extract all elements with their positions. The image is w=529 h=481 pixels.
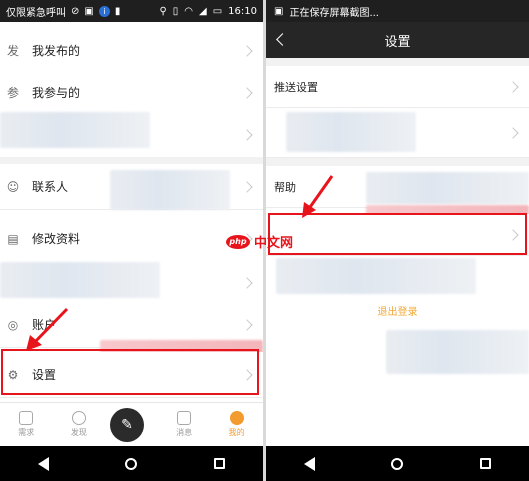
chevron-right-icon — [241, 128, 253, 141]
carrier-text: 仅限紧急呼叫 — [6, 7, 66, 19]
tab-demand[interactable]: 需求 — [0, 403, 53, 446]
blurred-content — [386, 330, 529, 374]
annotation-arrow-icon — [302, 175, 334, 218]
nav-back-button[interactable] — [304, 456, 316, 471]
contact-icon: ☺ — [6, 179, 20, 194]
status-bar: ▣ 正在保存屏幕截图... — [266, 0, 529, 22]
blurred-content — [286, 112, 416, 152]
tab-label: 发现 — [70, 428, 87, 437]
chevron-right-icon — [241, 44, 253, 57]
back-arrow-icon[interactable] — [276, 33, 289, 46]
nav-home-button[interactable] — [391, 457, 404, 470]
annotation-arrow-icon — [26, 307, 69, 351]
menu-item-label: 联系人 — [32, 180, 69, 194]
watermark-text: 中文网 — [254, 236, 294, 251]
logout-button[interactable]: 退出登录 — [266, 298, 529, 322]
blurred-content — [0, 262, 160, 298]
logout-label: 退出登录 — [377, 306, 418, 318]
chevron-right-icon — [241, 276, 253, 289]
blurred-content — [110, 170, 230, 210]
tab-profile[interactable]: 我的 — [210, 403, 263, 446]
settings-item-push[interactable]: 推送设置 — [266, 66, 529, 108]
battery-icon: ▭ — [212, 5, 223, 17]
tab-label: 需求 — [18, 428, 35, 437]
page-title: 设置 — [384, 34, 411, 50]
menu-item-label: 修改资料 — [32, 232, 81, 246]
mute-icon: ⊘ — [71, 5, 80, 17]
screenshot-icon: ▣ — [274, 5, 284, 17]
chevron-right-icon — [507, 80, 519, 93]
signal-icon: ◢ — [199, 5, 207, 17]
watermark-logo: php — [226, 234, 250, 249]
wifi-icon: ◠ — [184, 5, 194, 17]
status-text: 正在保存屏幕截图... — [289, 7, 379, 19]
screenshot-composite: 仅限紧急呼叫 ⊘ ▣ i ▮ ⚲ ▯ ◠ ◢ ▭ 16:10 发 我发布的 参 … — [0, 0, 529, 481]
location-icon: ⚲ — [159, 5, 167, 17]
image-icon: ▣ — [84, 5, 94, 17]
chevron-right-icon — [241, 180, 253, 193]
chevron-right-icon — [241, 86, 253, 99]
left-screen: 仅限紧急呼叫 ⊘ ▣ i ▮ ⚲ ▯ ◠ ◢ ▭ 16:10 发 我发布的 参 … — [0, 0, 263, 481]
tab-messages[interactable]: 消息 — [158, 403, 211, 446]
tab-label: 消息 — [176, 428, 193, 437]
menu-item-participated[interactable]: 参 我参与的 — [0, 70, 263, 116]
tab-label: 我的 — [228, 428, 245, 437]
settings-item-label: 帮助 — [274, 180, 296, 194]
pencil-icon: ✎ — [121, 417, 133, 433]
published-icon: 发 — [6, 44, 19, 58]
discover-icon — [71, 411, 86, 425]
menu-item-published[interactable]: 发 我发布的 — [0, 28, 263, 74]
section-gap — [266, 158, 529, 166]
chevron-right-icon — [507, 126, 519, 139]
settings-highlight-box — [1, 349, 259, 395]
demand-icon — [19, 411, 34, 425]
android-nav-bar — [0, 446, 263, 481]
blurred-content — [276, 258, 476, 294]
settings-item-label: 推送设置 — [274, 80, 318, 94]
nav-back-button[interactable] — [38, 456, 50, 471]
profile-icon — [229, 411, 244, 425]
message-icon — [177, 411, 192, 425]
vibrate-icon: ▯ — [172, 5, 179, 17]
android-nav-bar — [266, 446, 529, 481]
site-watermark: php 中文网 — [226, 232, 293, 251]
blurred-content — [0, 112, 150, 148]
nav-recents-button[interactable] — [213, 458, 225, 469]
participated-icon: 参 — [6, 86, 19, 100]
status-bar: 仅限紧急呼叫 ⊘ ▣ i ▮ ⚲ ▯ ◠ ◢ ▭ 16:10 — [0, 0, 263, 22]
right-screen: ▣ 正在保存屏幕截图... 设置 推送设置 帮助 退出登录 — [266, 0, 529, 481]
menu-item-edit-profile[interactable]: ▤ 修改资料 — [0, 216, 263, 262]
tab-discover[interactable]: 发现 — [53, 403, 106, 446]
chevron-right-icon — [241, 318, 253, 331]
blurred-content — [366, 172, 529, 204]
section-gap — [266, 58, 529, 66]
menu-item-label: 我发布的 — [32, 44, 81, 58]
profile-card-icon: ▤ — [7, 231, 19, 246]
settings-header: 设置 — [266, 22, 529, 58]
clock-text: 16:10 — [228, 5, 257, 17]
menu-item-label: 我参与的 — [32, 86, 81, 100]
notification-icon: ▮ — [114, 5, 121, 17]
nav-recents-button[interactable] — [479, 458, 491, 469]
compose-button[interactable]: ✎ — [110, 408, 144, 442]
info-icon: i — [98, 5, 110, 17]
nav-home-button[interactable] — [125, 457, 138, 470]
